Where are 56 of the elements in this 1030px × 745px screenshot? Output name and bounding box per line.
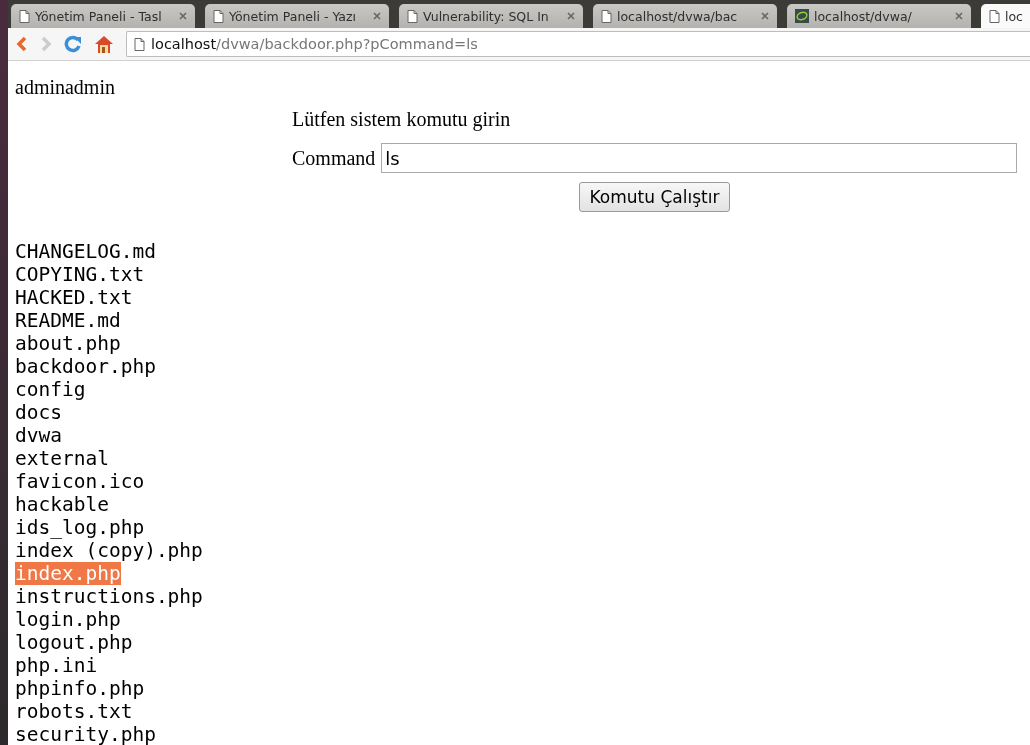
file-name: robots.txt bbox=[15, 700, 133, 723]
browser-tab[interactable]: Vulnerability: SQL In bbox=[399, 4, 583, 28]
file-name: dvwa bbox=[15, 424, 62, 447]
close-icon[interactable] bbox=[373, 12, 381, 20]
file-name: backdoor.php bbox=[15, 355, 156, 378]
file-name: COPYING.txt bbox=[15, 263, 145, 286]
page-icon bbox=[213, 9, 224, 23]
page-icon bbox=[19, 9, 30, 23]
run-command-button[interactable]: Komutu Çalıştır bbox=[578, 182, 731, 212]
tab-title: localhost/dvwa/ bbox=[814, 8, 913, 24]
page-icon bbox=[407, 9, 418, 23]
file-name: config bbox=[15, 378, 86, 401]
file-name: phpinfo.php bbox=[15, 677, 145, 700]
file-name: instructions.php bbox=[15, 585, 203, 608]
browser-tab[interactable]: loc bbox=[981, 4, 1030, 28]
file-name: ids_log.php bbox=[15, 516, 145, 539]
tab-title: Vulnerability: SQL In bbox=[423, 8, 550, 24]
close-icon[interactable] bbox=[955, 12, 963, 20]
tab-title: Yönetim Paneli - Tasl bbox=[35, 8, 163, 24]
tab-title: localhost/dvwa/bac bbox=[617, 8, 739, 24]
file-name: about.php bbox=[15, 332, 121, 355]
browser-tab[interactable]: localhost/dvwa/ bbox=[787, 4, 971, 28]
close-icon[interactable] bbox=[179, 12, 187, 20]
home-icon[interactable] bbox=[94, 34, 114, 54]
url-text: localhost/dvwa/backdoor.php?pCommand=ls bbox=[151, 36, 478, 52]
tab-title: loc bbox=[1005, 8, 1024, 24]
command-field[interactable]: ls bbox=[381, 143, 1017, 173]
browser-tab[interactable]: Yönetim Paneli - Yazı bbox=[205, 4, 389, 28]
file-name: docs bbox=[15, 401, 62, 424]
file-name: index.php bbox=[15, 562, 121, 585]
page-icon bbox=[601, 9, 612, 23]
username-text: adminadmin bbox=[15, 75, 116, 99]
file-name: hackable bbox=[15, 493, 109, 516]
file-name: php.ini bbox=[15, 654, 98, 677]
file-name: external bbox=[15, 447, 109, 470]
close-icon[interactable] bbox=[761, 12, 769, 20]
form-prompt: Lütfen sistem komutu girin bbox=[292, 107, 512, 132]
file-name: security.php bbox=[15, 723, 156, 745]
file-name: HACKED.txt bbox=[15, 286, 133, 309]
browser-tab[interactable]: localhost/dvwa/bac bbox=[593, 4, 777, 28]
address-bar[interactable]: localhost/dvwa/backdoor.php?pCommand=ls bbox=[126, 31, 1030, 57]
tab-title: Yönetim Paneli - Yazı bbox=[229, 8, 358, 24]
reload-icon[interactable] bbox=[64, 35, 82, 53]
browser-tab[interactable]: Yönetim Paneli - Tasl bbox=[11, 4, 195, 28]
file-name: README.md bbox=[15, 309, 121, 332]
file-name: favicon.ico bbox=[15, 470, 145, 493]
file-name: CHANGELOG.md bbox=[15, 240, 156, 263]
file-name: logout.php bbox=[15, 631, 133, 654]
back-icon[interactable] bbox=[16, 36, 28, 52]
page-icon bbox=[989, 9, 1000, 23]
swirl-icon bbox=[795, 9, 809, 23]
file-name: login.php bbox=[15, 608, 121, 631]
close-icon[interactable] bbox=[567, 12, 575, 20]
file-name: index (copy).php bbox=[15, 539, 203, 562]
page-icon bbox=[134, 37, 145, 51]
command-label: Command bbox=[292, 146, 376, 170]
